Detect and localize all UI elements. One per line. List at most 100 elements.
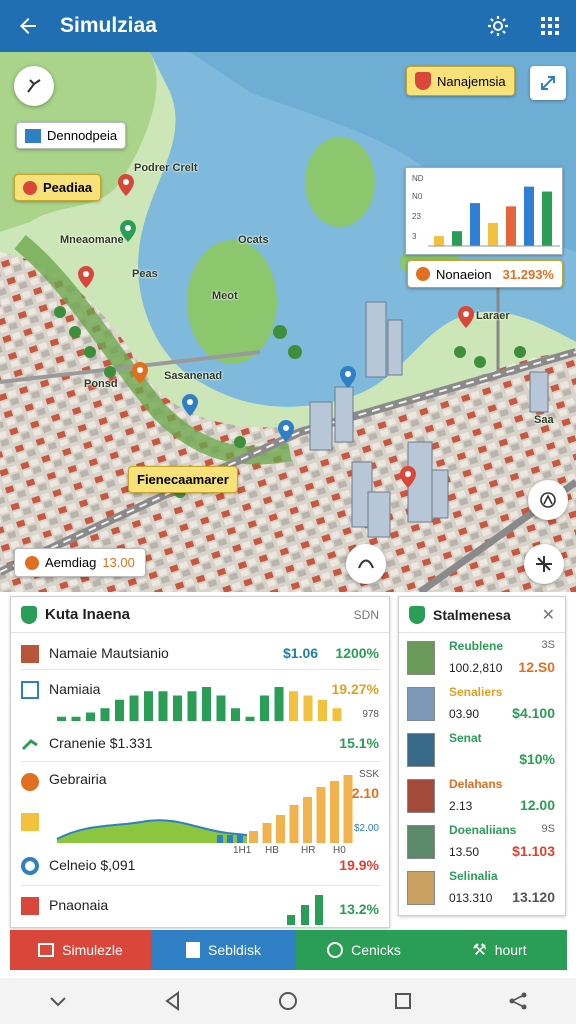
item-value: 13.120 [512, 889, 555, 905]
trend-bar [173, 695, 182, 721]
action-label: hourt [494, 942, 527, 958]
trend-icon [21, 739, 38, 751]
share-icon[interactable] [507, 990, 529, 1012]
area-overlay-bar [303, 797, 312, 843]
item-code: 3S [541, 639, 555, 651]
pin-icon[interactable]: ✕ [542, 605, 555, 625]
item-value: $4.100 [512, 705, 555, 721]
trend-bar [57, 716, 66, 721]
map-mini-chart: ND N0 23 3 [405, 167, 563, 255]
route-icon [358, 559, 374, 569]
map-pin-icon[interactable] [278, 420, 294, 442]
map-pin-icon[interactable] [132, 362, 148, 384]
app-title: Simulziaa [60, 14, 157, 37]
item-code: 9S [541, 823, 555, 835]
divider [21, 669, 381, 670]
map-tag[interactable]: Peadiaa [14, 174, 102, 201]
city-map[interactable]: Podrer Crelt Mneaomane Peas Meot Ocats L… [0, 52, 576, 592]
back-button[interactable] [0, 0, 56, 52]
divider [21, 761, 381, 762]
locate-button[interactable] [524, 544, 564, 584]
map-tag[interactable]: Nanajemsia [406, 66, 515, 96]
shield-icon [21, 605, 37, 624]
center-button[interactable]: Cenicks [296, 930, 432, 970]
area-overlay-bar [289, 805, 299, 843]
map-tag[interactable]: Aemdiag 13.00 [14, 548, 146, 577]
stat-row[interactable]: Pnaonaia 13.2% [11, 895, 391, 923]
map-pin-icon[interactable] [120, 220, 136, 242]
area-small-bar [237, 835, 243, 843]
simulate-button[interactable]: Simulezle [10, 930, 151, 970]
map-label: Sasanenad [164, 370, 223, 382]
trend-bar [303, 695, 313, 721]
mini-bar [287, 915, 295, 925]
area-small-bar [217, 835, 223, 843]
side-list-panel: Stalmenesa ✕ Reublene 3S 100.2,810 12.S0 Sen… [398, 596, 566, 916]
map-pin-icon[interactable] [118, 174, 134, 196]
item-value: $1.103 [512, 843, 555, 859]
target-icon [21, 857, 39, 875]
map-tag[interactable]: Dennodpeia [16, 122, 127, 149]
map-label: Peas [132, 268, 158, 280]
building-icon [25, 128, 41, 143]
map-tag[interactable]: Fienecaamarer [128, 466, 238, 493]
apps-menu-button[interactable] [524, 0, 576, 52]
stat-row[interactable]: Celneio $,091 19.9% [11, 855, 391, 879]
home-circle-icon[interactable] [277, 990, 299, 1012]
mini-chart-bar [488, 222, 498, 246]
trend-bar [260, 695, 269, 721]
stat-row[interactable]: Namaie Mautsianio $1.06 1200% [11, 643, 391, 667]
side-list-item[interactable]: Delahans 2.13 12.00 [405, 775, 559, 823]
map-label: Meot [212, 290, 238, 302]
compass-icon [27, 79, 41, 93]
back-triangle-icon[interactable] [162, 990, 184, 1012]
expand-button[interactable] [530, 66, 566, 100]
map-label: Saa [534, 414, 554, 426]
area-chart [56, 775, 353, 843]
mini-chart-bar [524, 186, 534, 246]
item-sub: 013.310 [449, 891, 493, 905]
stat-label: Pnaonaia [49, 897, 109, 913]
map-label: Ponsd [84, 378, 118, 390]
trend-bar [202, 687, 211, 721]
stats-panel-header: Kuta Inaena SDN [11, 597, 389, 633]
stat-tick: SSK [358, 769, 379, 780]
hour-button[interactable]: ⚒ hourt [432, 930, 567, 970]
layers-button[interactable] [528, 480, 568, 520]
map-pin-icon[interactable] [78, 266, 94, 288]
map-value-tag[interactable]: Nonaeion 31.293% [407, 260, 563, 288]
stat-percent: 1200% [335, 645, 379, 661]
side-list-item[interactable]: Senat $10% [405, 729, 559, 777]
trend-bar [332, 708, 342, 721]
map-label: Podrer Crelt [134, 162, 198, 174]
settings-button[interactable] [472, 0, 524, 52]
area-overlay-bar [262, 823, 272, 843]
compass-button[interactable] [14, 66, 54, 106]
trend-bar [100, 708, 110, 721]
side-list-item[interactable]: Reublene 3S 100.2,810 12.S0 [405, 637, 559, 685]
building-icon [21, 897, 39, 915]
recents-square-icon[interactable] [392, 990, 414, 1012]
map-pin-icon[interactable] [458, 306, 474, 328]
stat-row[interactable]: Cranenie $1.331 15.1% [11, 733, 391, 757]
action-label: Sebldisk [208, 942, 261, 958]
item-value: 12.S0 [518, 659, 555, 675]
side-list-item[interactable]: Senaliers 03.90 $4.100 [405, 683, 559, 731]
trend-bar [129, 695, 139, 721]
map-pin-icon[interactable] [340, 366, 356, 388]
side-list-item[interactable]: Doenaliians 9S 13.50 $1.103 [405, 821, 559, 869]
item-name: Doenaliians [449, 823, 517, 837]
side-list-item[interactable]: Selinalia 013.310 13.120 [405, 867, 559, 915]
chevron-down-icon[interactable] [47, 990, 69, 1012]
mini-chart-bar [434, 236, 444, 246]
stat-value: $1.06 [283, 645, 319, 661]
map-pin-icon[interactable] [400, 466, 416, 488]
shield-icon [409, 605, 425, 624]
stats-panel-corner: SDN [353, 607, 379, 622]
schedule-button[interactable]: Sebldisk [151, 930, 296, 970]
map-pin-icon[interactable] [182, 394, 198, 416]
route-button[interactable] [346, 544, 386, 584]
area-overlay-bar [249, 831, 258, 843]
trend-bar [71, 716, 81, 721]
mini-bar-chart [287, 895, 323, 925]
